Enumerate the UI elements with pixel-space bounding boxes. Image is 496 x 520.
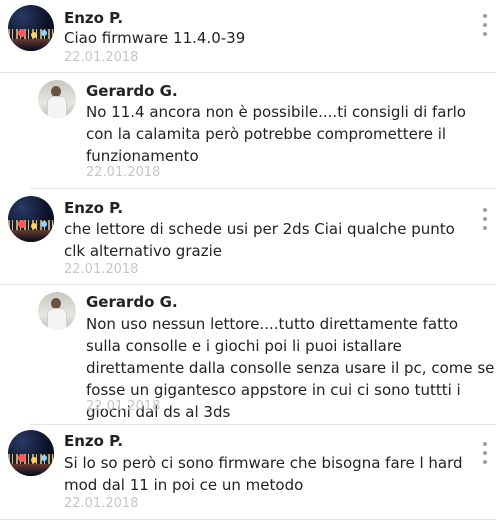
avatar-lights	[18, 29, 26, 37]
comment-date: 22.01.2018	[64, 262, 139, 277]
comment-author[interactable]: Enzo P.	[64, 199, 123, 217]
comment-item: Enzo P. che lettore di schede usi per 2d…	[0, 188, 496, 285]
comment-text: No 11.4 ancora non è possibile....ti con…	[86, 103, 466, 165]
comment-item: Enzo P. Si lo so però ci sono firmware c…	[0, 424, 496, 520]
reply-item: Gerardo G. Non uso nessun lettore....tut…	[30, 284, 496, 425]
avatar-lights	[18, 454, 26, 462]
avatar-water	[8, 464, 54, 476]
comment-author[interactable]: Gerardo G.	[86, 293, 178, 311]
comment-text: che lettore di schede usi per 2ds Ciai q…	[64, 220, 455, 260]
comment-text: Si lo so però ci sono firmware che bisog…	[64, 454, 463, 494]
avatar[interactable]	[38, 80, 76, 118]
more-vertical-icon[interactable]	[482, 14, 488, 38]
comment-thread: Enzo P. Ciao firmware 11.4.0-39 22.01.20…	[0, 0, 496, 520]
more-vertical-icon[interactable]	[482, 442, 488, 466]
comment-date: 22.01.2018	[64, 496, 139, 511]
comment-date: 22.01.2018	[64, 50, 139, 65]
comment-author[interactable]: Gerardo G.	[86, 82, 178, 100]
more-vertical-icon[interactable]	[482, 208, 488, 232]
avatar[interactable]	[8, 430, 54, 476]
avatar-water	[8, 39, 54, 51]
comment-date: 22.01.2018	[86, 165, 161, 180]
avatar[interactable]	[8, 196, 54, 242]
comment-author[interactable]: Enzo P.	[64, 432, 123, 450]
comment-item: Enzo P. Ciao firmware 11.4.0-39 22.01.20…	[0, 0, 496, 73]
comment-author[interactable]: Enzo P.	[64, 9, 123, 27]
night-city-avatar-icon	[8, 220, 54, 230]
comment-date: 22.01.2018	[86, 399, 161, 414]
avatar-torso	[47, 96, 67, 118]
night-city-avatar-icon	[8, 454, 54, 464]
reply-item: Gerardo G. No 11.4 ancora non è possibil…	[30, 72, 496, 189]
night-city-avatar-icon	[8, 29, 54, 39]
avatar[interactable]	[8, 5, 54, 51]
comment-text: Ciao firmware 11.4.0-39	[64, 29, 246, 47]
avatar-lights	[18, 220, 26, 228]
avatar-torso	[47, 308, 67, 330]
avatar[interactable]	[38, 292, 76, 330]
avatar-water	[8, 230, 54, 242]
